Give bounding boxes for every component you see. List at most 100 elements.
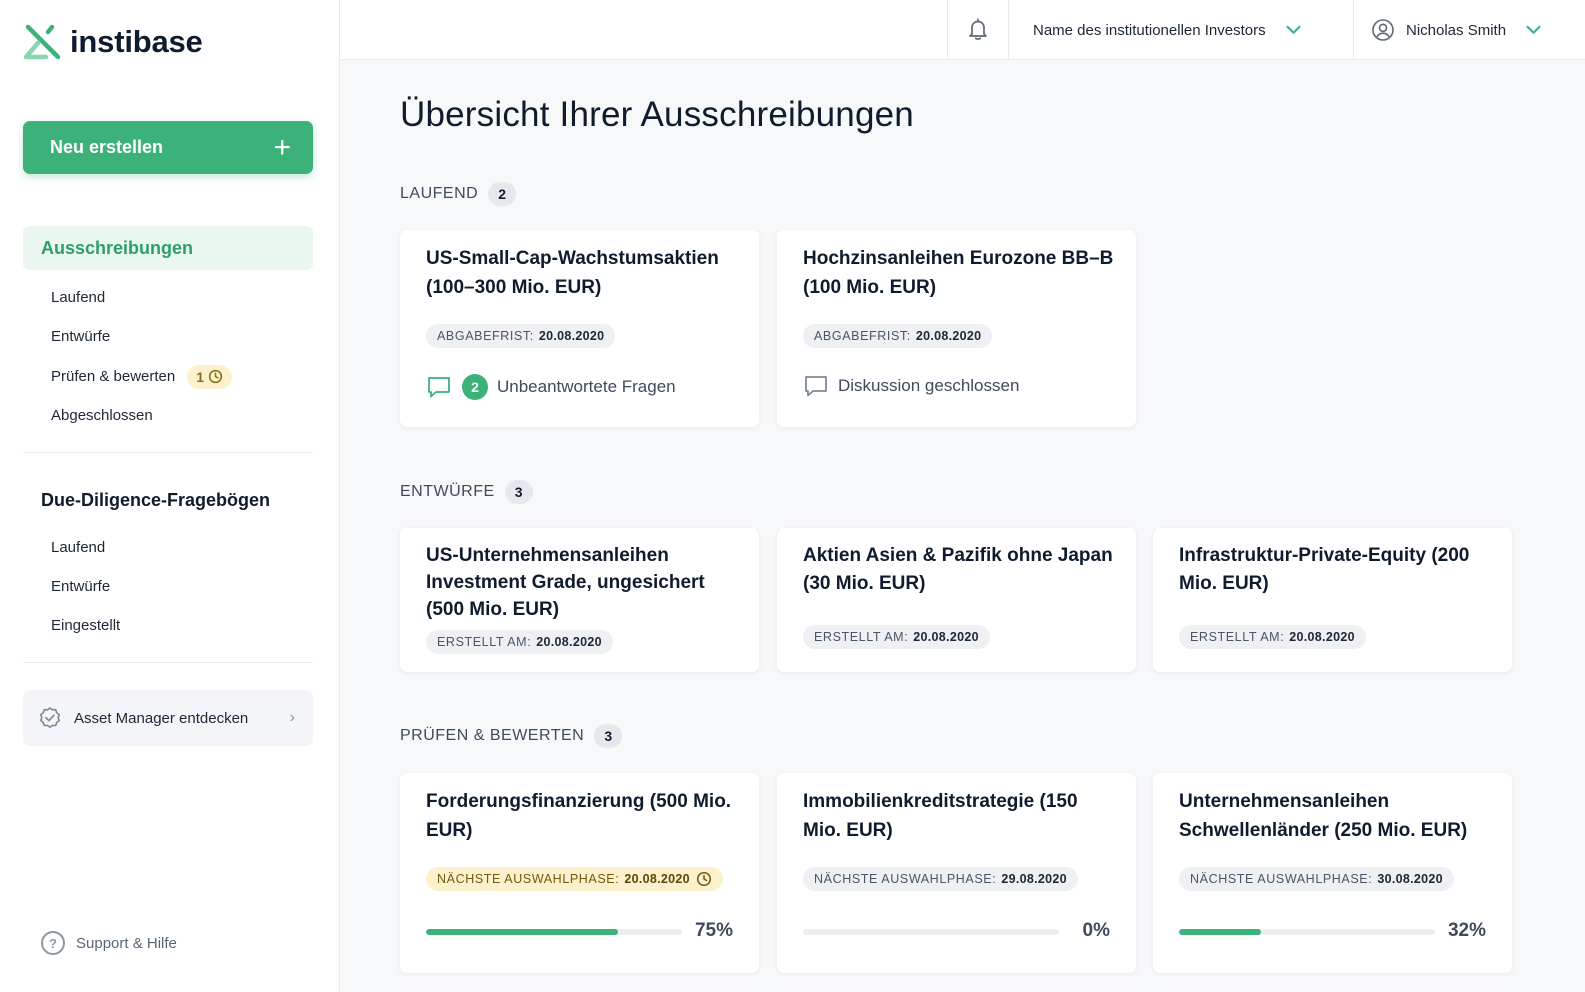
sidebar-item-label: Prüfen & bewerten xyxy=(51,368,176,385)
questions-status-label: Unbeantwortete Fragen xyxy=(497,377,676,396)
page-title: Übersicht Ihrer Ausschreibungen xyxy=(400,95,914,134)
logo[interactable]: instibase xyxy=(24,24,203,60)
review-pending-badge: 1 xyxy=(187,364,233,389)
topbar: Name des institutionellen Investors Nich… xyxy=(340,0,1585,60)
review-card[interactable]: Forderungsfinanzierung (500 Mio. EUR) NÄ… xyxy=(400,773,759,973)
sidebar-item-dd-stopped[interactable]: Eingestellt xyxy=(51,617,120,634)
instibase-logo-icon xyxy=(24,24,61,60)
sidebar-divider xyxy=(23,452,313,453)
verified-badge-icon xyxy=(40,707,60,728)
discussion-status-label: Diskussion geschlossen xyxy=(838,376,1020,395)
section-review-label: PRÜFEN & BEWERTEN xyxy=(400,727,585,744)
sidebar-section-due-diligence[interactable]: Due-Diligence-Fragebögen xyxy=(41,490,270,511)
next-phase-tag: NÄCHSTE AUSWAHLPHASE: 29.08.2020 xyxy=(803,867,1078,891)
tag-value: 20.08.2020 xyxy=(1289,630,1355,644)
section-running-count: 2 xyxy=(488,182,517,206)
sidebar-item-tenders-closed[interactable]: Abgeschlossen xyxy=(51,407,153,424)
sidebar-divider xyxy=(23,662,313,663)
progress-fill xyxy=(1179,929,1261,935)
sidebar-item-dd-running[interactable]: Laufend xyxy=(51,539,105,556)
draft-card-title: Infrastruktur-Private-Equity (200 Mio. E… xyxy=(1179,545,1470,594)
next-phase-tag: NÄCHSTE AUSWAHLPHASE: 30.08.2020 xyxy=(1179,867,1454,891)
created-tag: ERSTELLT AM: 20.08.2020 xyxy=(803,625,990,649)
support-help-label: Support & Hilfe xyxy=(76,934,177,952)
comment-icon xyxy=(428,377,450,398)
questions-status[interactable]: 2 Unbeantwortete Fragen xyxy=(426,374,676,400)
tag-label: NÄCHSTE AUSWAHLPHASE: xyxy=(1190,872,1373,886)
sidebar-item-dd-drafts[interactable]: Entwürfe xyxy=(51,578,110,595)
plus-icon: + xyxy=(273,130,291,164)
sidebar-item-tenders-drafts[interactable]: Entwürfe xyxy=(51,328,110,345)
clock-icon xyxy=(208,369,223,384)
next-phase-tag: NÄCHSTE AUSWAHLPHASE: 20.08.2020 xyxy=(426,867,723,891)
review-card-title: Immobilienkreditstrategie (150 Mio. EUR) xyxy=(803,791,1078,841)
progress-fill xyxy=(426,929,618,935)
tag-label: NÄCHSTE AUSWAHLPHASE: xyxy=(814,872,997,886)
sidebar-item-tenders-review[interactable]: Prüfen & bewerten 1 xyxy=(51,364,233,389)
tag-label: NÄCHSTE AUSWAHLPHASE: xyxy=(437,872,620,886)
brand-name: instibase xyxy=(70,24,203,59)
help-icon: ? xyxy=(41,931,65,955)
review-card-title: Unternehmensanleihen Schwellenländer (25… xyxy=(1179,791,1468,841)
tender-card[interactable]: Hochzinsanleihen Eurozone BB–B (100 Mio.… xyxy=(777,230,1136,427)
topbar-divider xyxy=(1353,0,1354,60)
tag-label: ERSTELLT AM: xyxy=(814,630,909,644)
user-menu[interactable]: Nicholas Smith xyxy=(1372,0,1541,60)
discover-asset-managers-button[interactable]: Asset Manager entdecken › xyxy=(23,690,313,746)
section-drafts-label: ENTWÜRFE xyxy=(400,483,495,500)
draft-card-title: US-Unternehmensanleihen Investment Grade… xyxy=(426,545,705,620)
progress-bar xyxy=(426,929,682,935)
tag-value: 20.08.2020 xyxy=(913,630,979,644)
clock-icon xyxy=(696,871,711,887)
sidebar-item-tenders-running[interactable]: Laufend xyxy=(51,289,105,306)
tender-card-title: Hochzinsanleihen Eurozone BB–B (100 Mio.… xyxy=(803,248,1114,298)
section-running-header: LAUFEND 2 xyxy=(400,182,517,206)
draft-card[interactable]: Aktien Asien & Pazifik ohne Japan (30 Mi… xyxy=(777,528,1136,672)
progress-bar xyxy=(803,929,1059,935)
tag-label: ABGABEFRIST: xyxy=(814,329,911,343)
created-tag: ERSTELLT AM: 20.08.2020 xyxy=(426,630,613,654)
tag-value: 20.08.2020 xyxy=(624,872,690,886)
review-card[interactable]: Unternehmensanleihen Schwellenländer (25… xyxy=(1153,773,1512,973)
draft-card[interactable]: Infrastruktur-Private-Equity (200 Mio. E… xyxy=(1153,528,1512,672)
notifications-bell-icon[interactable] xyxy=(967,17,989,41)
tag-value: 30.08.2020 xyxy=(1377,872,1443,886)
unanswered-count-badge: 2 xyxy=(462,374,488,400)
progress-percent: 75% xyxy=(694,920,733,941)
section-review-count: 3 xyxy=(594,724,623,748)
discussion-status: Diskussion geschlossen xyxy=(803,374,1019,398)
tag-label: ABGABEFRIST: xyxy=(437,329,534,343)
deadline-tag: ABGABEFRIST: 20.08.2020 xyxy=(803,324,993,348)
progress-bar xyxy=(1179,929,1435,935)
tag-label: ERSTELLT AM: xyxy=(1190,630,1285,644)
progress-percent: 32% xyxy=(1447,920,1486,941)
draft-card-title: Aktien Asien & Pazifik ohne Japan (30 Mi… xyxy=(803,545,1113,594)
tender-card[interactable]: US-Small-Cap-Wachstumsaktien (100–300 Mi… xyxy=(400,230,759,427)
tag-value: 20.08.2020 xyxy=(538,329,605,343)
draft-card[interactable]: US-Unternehmensanleihen Investment Grade… xyxy=(400,528,759,672)
discover-asset-managers-label: Asset Manager entdecken xyxy=(74,709,249,727)
section-review-header: PRÜFEN & BEWERTEN 3 xyxy=(400,724,623,748)
new-create-label: Neu erstellen xyxy=(50,137,164,157)
review-card-title: Forderungsfinanzierung (500 Mio. EUR) xyxy=(426,791,732,841)
section-drafts-header: ENTWÜRFE 3 xyxy=(400,480,533,504)
chevron-right-icon: › xyxy=(289,709,295,726)
section-drafts-count: 3 xyxy=(504,480,533,504)
chevron-down-icon xyxy=(1286,25,1301,34)
sidebar: instibase Neu erstellen + Ausschreibunge… xyxy=(0,0,340,992)
review-pending-count: 1 xyxy=(196,368,205,385)
tag-value: 20.08.2020 xyxy=(536,635,602,649)
tag-label: ERSTELLT AM: xyxy=(437,635,532,649)
investor-selector[interactable]: Name des institutionellen Investors xyxy=(1033,0,1301,60)
created-tag: ERSTELLT AM: 20.08.2020 xyxy=(1179,625,1366,649)
user-avatar-icon xyxy=(1372,19,1394,41)
tag-value: 20.08.2020 xyxy=(915,329,982,343)
deadline-tag: ABGABEFRIST: 20.08.2020 xyxy=(426,324,616,348)
investor-name: Name des institutionellen Investors xyxy=(1033,21,1266,39)
support-help-link[interactable]: ? Support & Hilfe xyxy=(41,931,177,955)
sidebar-section-tenders[interactable]: Ausschreibungen xyxy=(23,226,313,270)
chevron-down-icon xyxy=(1526,25,1541,34)
comment-icon xyxy=(805,376,827,397)
review-card[interactable]: Immobilienkreditstrategie (150 Mio. EUR)… xyxy=(777,773,1136,973)
new-create-button[interactable]: Neu erstellen + xyxy=(23,121,313,174)
